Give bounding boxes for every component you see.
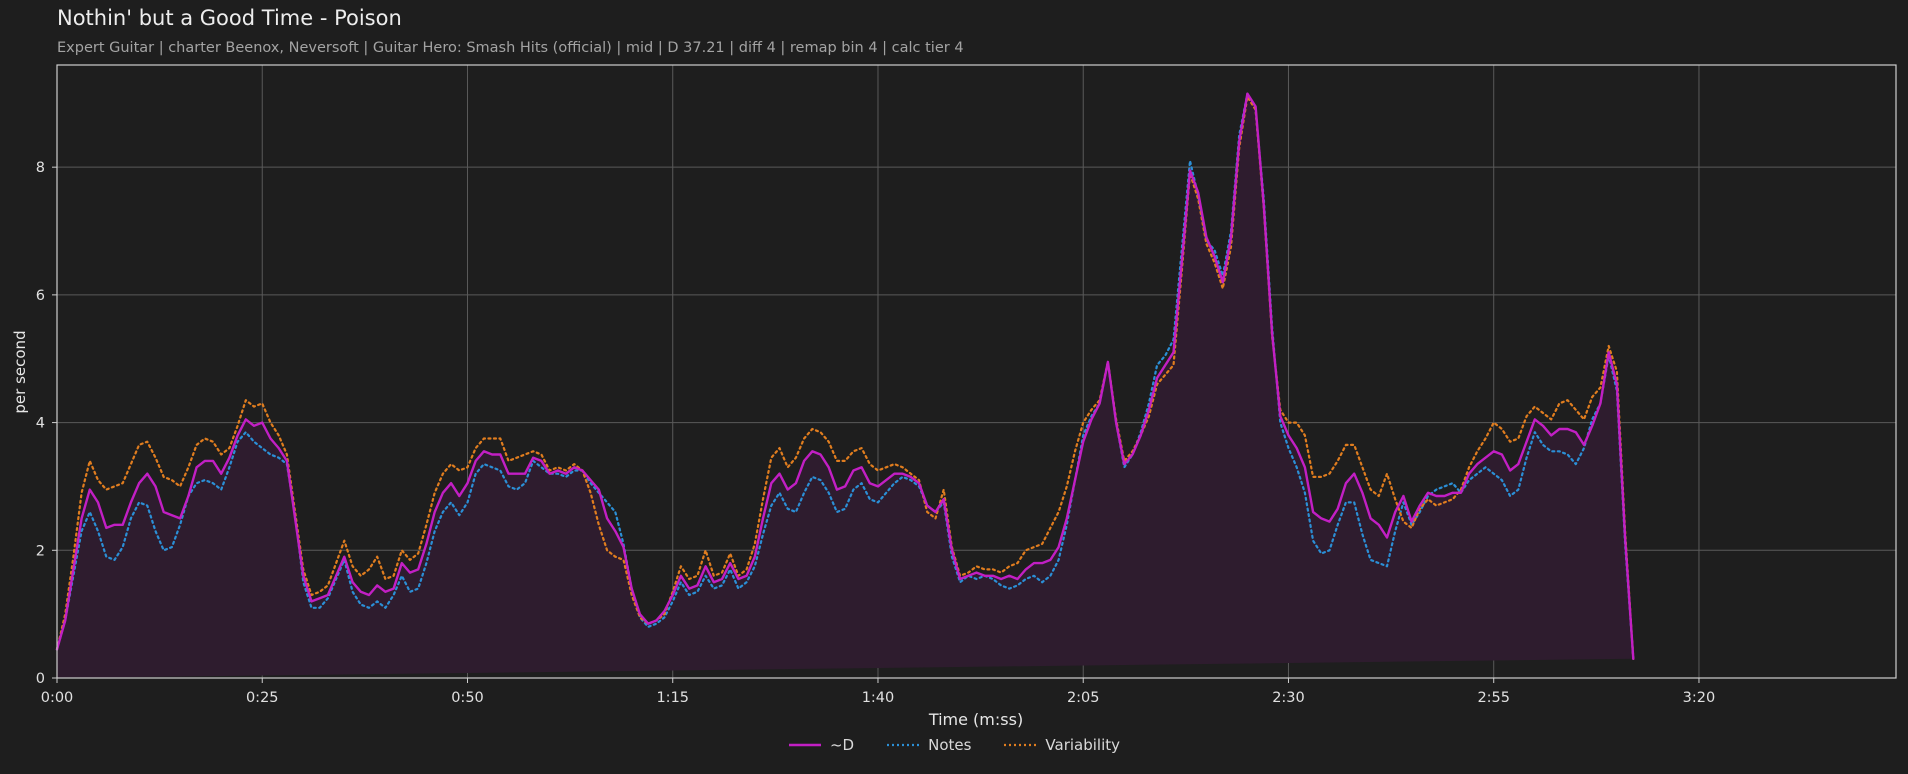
legend-swatch-notes — [887, 743, 920, 747]
y-tick-label: 2 — [36, 543, 45, 559]
legend-swatch-d — [788, 743, 821, 747]
legend-item-d: ~D — [788, 736, 854, 754]
x-tick-label: 2:30 — [1272, 690, 1305, 706]
x-tick-label: 2:05 — [1067, 690, 1100, 706]
y-tick-label: 4 — [36, 416, 45, 432]
legend-item-notes: Notes — [886, 736, 971, 754]
legend-swatch-variability — [1004, 743, 1037, 747]
y-tick-label: 8 — [36, 160, 45, 176]
legend: ~D Notes Variability — [0, 736, 1908, 754]
x-tick-label: 3:20 — [1683, 690, 1716, 706]
x-tick-label: 0:00 — [41, 690, 74, 706]
y-tick-label: 6 — [36, 288, 45, 304]
legend-item-variability: Variability — [1003, 736, 1120, 754]
area-fill — [57, 93, 1634, 678]
legend-label-d: ~D — [829, 736, 855, 754]
x-tick-label: 2:55 — [1477, 690, 1510, 706]
y-tick-label: 0 — [36, 671, 45, 687]
x-axis-label: Time (m:ss) — [928, 710, 1023, 729]
y-axis-label: per second — [11, 330, 29, 413]
area-fill-d — [57, 93, 1634, 678]
legend-label-notes: Notes — [928, 736, 972, 754]
x-tick-label: 1:15 — [656, 690, 689, 706]
x-tick-label: 0:50 — [451, 690, 484, 706]
legend-label-variability: Variability — [1045, 736, 1121, 754]
line-chart: 0:00 0:25 0:50 1:15 1:40 2:05 2:30 2:55 3:20 0 2 4 6… — [11, 64, 1897, 729]
x-tick-label: 0:25 — [246, 690, 279, 706]
x-tick-label: 1:40 — [862, 690, 895, 706]
